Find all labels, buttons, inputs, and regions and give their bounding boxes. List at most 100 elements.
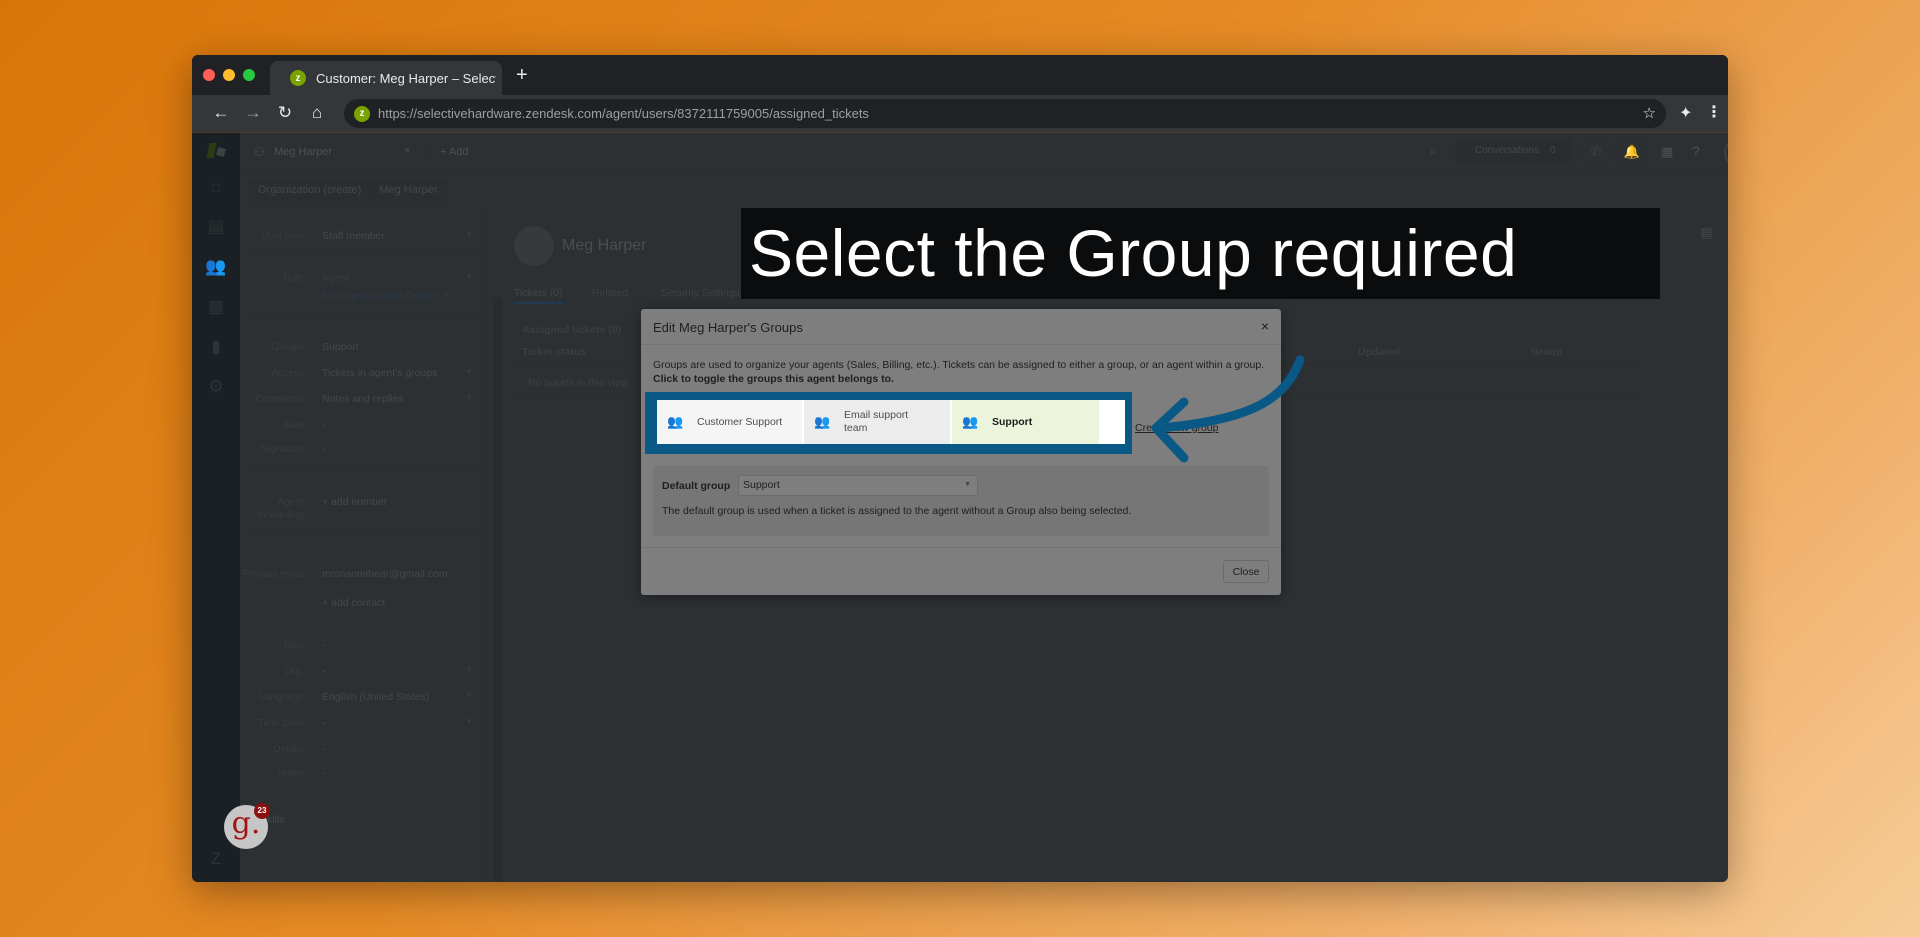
default-group-section: Default group Support ▼ The default grou… (653, 466, 1269, 536)
column-updated[interactable]: Updated (1358, 346, 1400, 358)
view-title[interactable]: Assigned tickets (0) (522, 324, 621, 336)
product-nav: ⌂ ▤ 👥 ▦ ▮ ⚙ Z (192, 133, 240, 882)
modal-header: Edit Meg Harper's Groups × (641, 309, 1281, 345)
group-people-icon: 👥 (667, 414, 684, 429)
group-toggle-list: 👥 Customer Support 👥 Email support team … (657, 400, 1125, 444)
modal-title: Edit Meg Harper's Groups (653, 320, 803, 335)
field-role[interactable]: Role Agent ▼ (240, 272, 480, 286)
home-icon[interactable]: ⌂ (306, 103, 328, 123)
add-contact-link[interactable]: + add contact (240, 597, 480, 611)
organizations-icon[interactable]: ▦ (192, 297, 240, 317)
field-tags[interactable]: Tags - (240, 639, 480, 653)
browser-menu-icon[interactable]: ⋮ (1706, 102, 1722, 122)
close-icon[interactable]: × (1261, 318, 1269, 334)
default-group-help: The default group is used when a ticket … (662, 505, 1132, 517)
create-new-group-link[interactable]: Create new group (1135, 422, 1218, 434)
tab-title: Customer: Meg Harper – Selective Hardwar… (316, 70, 496, 86)
group-toggle-email-support-team[interactable]: 👥 Email support team (804, 400, 952, 444)
field-notes[interactable]: Notes - (240, 767, 480, 781)
column-ticket-status[interactable]: Ticket status (522, 346, 586, 358)
minimize-window-button[interactable] (223, 69, 235, 81)
divider (250, 252, 480, 253)
field-user-type[interactable]: User type Staff member ▼ (240, 230, 480, 244)
forward-arrow-icon[interactable]: → (242, 103, 264, 123)
views-icon[interactable]: ▤ (192, 217, 240, 237)
zendesk-z-icon[interactable]: Z (192, 849, 240, 869)
user-icon: ⚇ (254, 145, 265, 159)
field-details[interactable]: Details - (240, 743, 480, 757)
close-tab-icon[interactable]: × (404, 145, 410, 157)
conversations-count: 0 (1549, 145, 1556, 156)
profile-avatar[interactable] (1724, 138, 1728, 167)
close-button[interactable]: Close (1223, 560, 1269, 583)
reload-icon[interactable]: ↻ (274, 103, 296, 123)
widget-badge: 23 (254, 803, 270, 819)
divider (250, 316, 480, 317)
divider (250, 532, 480, 533)
search-icon[interactable]: ⌕ (1430, 144, 1437, 159)
admin-gear-icon[interactable]: ⚙ (192, 377, 240, 397)
field-agent-forwarding[interactable]: Agent forwarding + add number (240, 496, 480, 521)
user-avatar (514, 226, 554, 266)
browser-titlebar: z Customer: Meg Harper – Selective Hardw… (192, 55, 1728, 95)
column-group[interactable]: Group (1531, 346, 1563, 358)
chevron-down-icon: ▼ (465, 272, 473, 281)
field-alias[interactable]: Alias - (240, 419, 480, 433)
group-toggle-support-selected[interactable]: 👥 Support (952, 400, 1099, 444)
field-org[interactable]: Org. - ▼ (240, 665, 480, 679)
chevron-down-icon: ▼ (465, 717, 473, 726)
phone-icon[interactable]: ✆ (1583, 139, 1609, 164)
home-icon[interactable]: ⌂ (192, 177, 240, 197)
skills-section: Skills (260, 814, 285, 826)
user-tab-label: Meg Harper (274, 146, 333, 158)
conversations-button[interactable]: Conversations 0 (1455, 139, 1571, 164)
new-tab-button[interactable]: + (516, 64, 528, 87)
field-signature[interactable]: Signature - (240, 443, 480, 457)
site-favicon-icon: z (354, 105, 370, 122)
url-text[interactable]: https://selectivehardware.zendesk.com/ag… (378, 106, 869, 121)
user-details-panel: User type Staff member ▼ Role Agent ▼ Manage… (240, 210, 502, 882)
tab-related[interactable]: Related (592, 287, 628, 299)
annotation-callout: Select the Group required (741, 208, 1660, 299)
field-comments[interactable]: Comments Notes and replies ▼ (240, 393, 480, 407)
breadcrumb-organization[interactable]: Organization (create) (249, 179, 371, 201)
field-access[interactable]: Access Tickets in agent's groups ▼ (240, 367, 480, 381)
zendesk-logo-icon (206, 143, 226, 161)
tab-tickets[interactable]: Tickets (0) (514, 287, 563, 304)
modal-footer-divider (641, 547, 1281, 548)
divider (250, 468, 480, 469)
help-icon[interactable]: ? (1692, 143, 1700, 159)
field-language[interactable]: Language English (United States) ▼ (240, 691, 480, 705)
close-window-button[interactable] (203, 69, 215, 81)
back-arrow-icon[interactable]: ← (210, 103, 232, 123)
maximize-window-button[interactable] (243, 69, 255, 81)
field-time-zone[interactable]: Time zone - ▼ (240, 717, 480, 731)
reporting-icon[interactable]: ▮ (192, 337, 240, 357)
app-topbar: ⚇ Meg Harper × + Add ⌕ Conversations 0 ✆… (240, 133, 1728, 173)
user-tab[interactable]: ⚇ Meg Harper × (254, 141, 430, 165)
empty-view-text: No tickets in this view (528, 377, 629, 389)
apps-grid-icon[interactable]: ▦ (1661, 144, 1673, 160)
callout-text: Select the Group required (749, 216, 1518, 290)
default-group-label: Default group (662, 480, 731, 492)
apps-grid-icon[interactable]: ▦ (1700, 224, 1713, 241)
bookmark-star-icon[interactable]: ☆ (1643, 104, 1656, 122)
breadcrumb-user[interactable]: Meg Harper (370, 179, 447, 201)
profile-name: Meg Harper (562, 237, 647, 254)
annotation-highlight-box: 👥 Customer Support 👥 Email support team … (645, 392, 1132, 454)
manage-admin-center-link[interactable]: Manage in Admin Center ↗ (240, 290, 480, 304)
browser-tab-active[interactable]: z Customer: Meg Harper – Selective Hardw… (270, 61, 502, 95)
extensions-puzzle-icon[interactable]: ✦ (1679, 103, 1692, 123)
chevron-down-icon: ▼ (465, 230, 473, 239)
field-primary-email[interactable]: Primary email mrsnaomibear@gmail.com (240, 568, 480, 582)
modal-description: Groups are used to organize your agents … (653, 359, 1265, 385)
chevron-down-icon: ▼ (465, 367, 473, 376)
notifications-bell-icon[interactable]: 🔔 (1619, 139, 1645, 164)
tab-security-settings[interactable]: Security Settings (661, 287, 740, 299)
group-toggle-customer-support[interactable]: 👥 Customer Support (657, 400, 804, 444)
field-groups[interactable]: Groups Support (240, 341, 480, 355)
default-group-select[interactable]: Support ▼ (738, 475, 978, 496)
customers-icon[interactable]: 👥 (192, 257, 240, 277)
add-button[interactable]: + Add (440, 146, 468, 158)
address-bar[interactable]: z https://selectivehardware.zendesk.com/… (344, 99, 1666, 128)
